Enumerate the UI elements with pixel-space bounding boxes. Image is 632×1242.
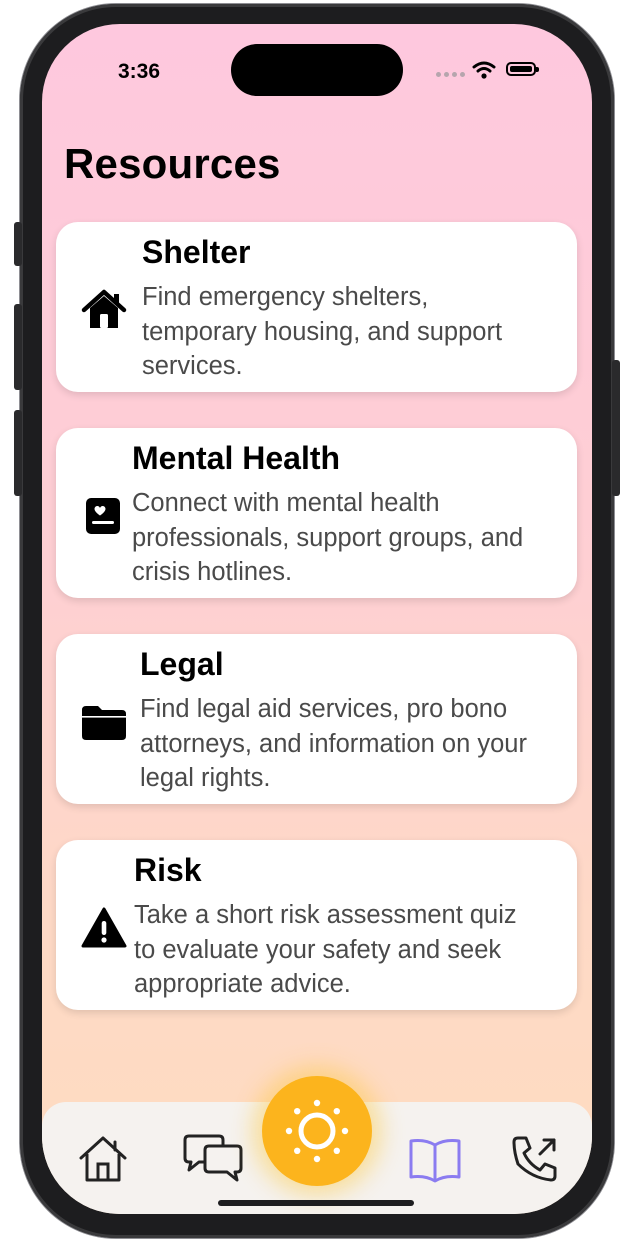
app-screen: 3:36 Resources Shelter Find emergency sh… — [42, 24, 592, 1214]
resource-card-shelter[interactable]: Shelter Find emergency shelters, tempora… — [56, 222, 577, 392]
folder-icon — [82, 706, 126, 740]
home-indicator[interactable] — [218, 1200, 414, 1206]
battery-icon — [506, 62, 539, 76]
book-icon — [409, 1139, 461, 1183]
page-title: Resources — [64, 140, 281, 187]
home-icon — [79, 1136, 127, 1182]
tab-home[interactable] — [68, 1124, 138, 1194]
dynamic-island — [231, 44, 403, 96]
card-title: Mental Health — [132, 440, 341, 476]
resource-card-risk[interactable]: Risk Take a short risk assessment quiz t… — [56, 840, 577, 1010]
volume-down-button — [14, 410, 22, 496]
power-button — [612, 360, 620, 496]
chat-bubbles-icon — [183, 1134, 243, 1182]
cellular-signal-icon — [436, 72, 465, 77]
wifi-icon — [472, 61, 496, 79]
silent-switch — [14, 222, 22, 266]
phone-outgoing-icon — [512, 1136, 557, 1182]
status-time: 3:36 — [118, 60, 161, 83]
warning-triangle-icon — [81, 907, 127, 948]
card-description: Find legal aid services, pro bono attorn… — [140, 695, 527, 792]
resource-card-legal[interactable]: Legal Find legal aid services, pro bono … — [56, 634, 577, 804]
sun-icon — [285, 1099, 349, 1163]
heart-clipboard-icon — [86, 498, 120, 534]
card-title: Legal — [140, 646, 224, 682]
card-description: Take a short risk assessment quiz to eva… — [134, 901, 517, 998]
card-title: Shelter — [142, 234, 251, 270]
tab-resources[interactable] — [400, 1124, 470, 1194]
status-bar: 3:36 — [42, 24, 592, 114]
tab-call[interactable] — [500, 1124, 570, 1194]
volume-up-button — [14, 304, 22, 390]
resource-card-mental-health[interactable]: Mental Health Connect with mental health… — [56, 428, 577, 598]
card-title: Risk — [134, 852, 202, 888]
card-description: Connect with mental health professionals… — [132, 489, 524, 586]
center-sun-button[interactable] — [262, 1076, 372, 1186]
card-description: Find emergency shelters, temporary housi… — [142, 283, 503, 380]
house-icon — [81, 289, 127, 328]
tab-chat[interactable] — [178, 1124, 248, 1194]
